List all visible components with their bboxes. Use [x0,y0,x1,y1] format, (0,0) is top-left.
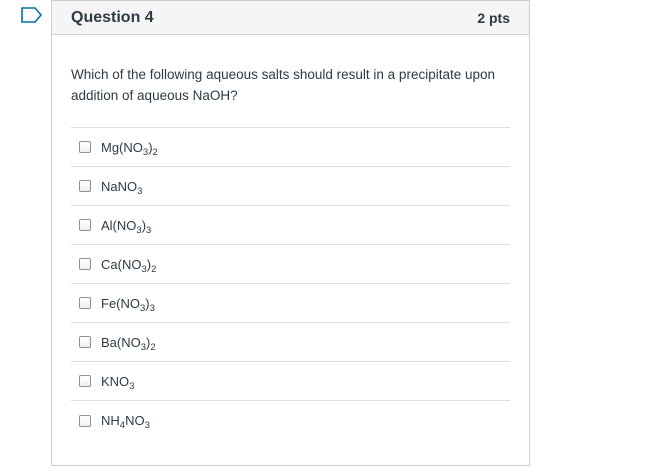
answer-option[interactable]: NaNO3 [71,167,510,206]
answer-label: NaNO3 [101,178,143,197]
question-body: Which of the following aqueous salts sho… [52,35,529,440]
question-title: Question 4 [71,8,154,26]
answer-option[interactable]: KNO3 [71,362,510,401]
checkbox-unchecked-icon[interactable] [79,219,91,231]
checkbox-unchecked-icon[interactable] [79,414,91,427]
answer-option[interactable]: Ba(NO3)2 [71,323,510,362]
answer-label: Mg(NO3)2 [101,139,158,158]
question-card: Question 4 2 pts Which of the following … [51,0,530,466]
question-header: Question 4 2 pts [52,1,529,35]
answer-option[interactable]: Mg(NO3)2 [71,128,510,167]
checkbox-unchecked-icon[interactable] [79,297,91,309]
answer-label: Fe(NO3)3 [101,295,155,314]
checkbox-unchecked-icon[interactable] [79,375,91,387]
answer-label: NH4NO3 [101,413,150,431]
answer-label: Al(NO3)3 [101,217,152,236]
flag-question-icon[interactable] [21,7,43,23]
answer-label: Ba(NO3)2 [101,334,156,353]
answer-label: KNO3 [101,373,135,392]
answer-option[interactable]: Fe(NO3)3 [71,284,510,323]
answer-option[interactable]: Al(NO3)3 [71,206,510,245]
checkbox-unchecked-icon[interactable] [79,141,91,153]
checkbox-unchecked-icon[interactable] [79,336,91,348]
question-points: 2 pts [477,9,510,26]
checkbox-unchecked-icon[interactable] [79,258,91,270]
answer-list: Mg(NO3)2 NaNO3 Al(NO3)3 Ca(NO3)2 Fe(NO3)3 Ba(… [71,127,510,440]
checkbox-unchecked-icon[interactable] [79,180,91,192]
answer-option[interactable]: Ca(NO3)2 [71,245,510,284]
question-text: Which of the following aqueous salts sho… [71,67,496,103]
answer-label: Ca(NO3)2 [101,256,157,275]
answer-option[interactable]: NH4NO3 [71,401,510,440]
